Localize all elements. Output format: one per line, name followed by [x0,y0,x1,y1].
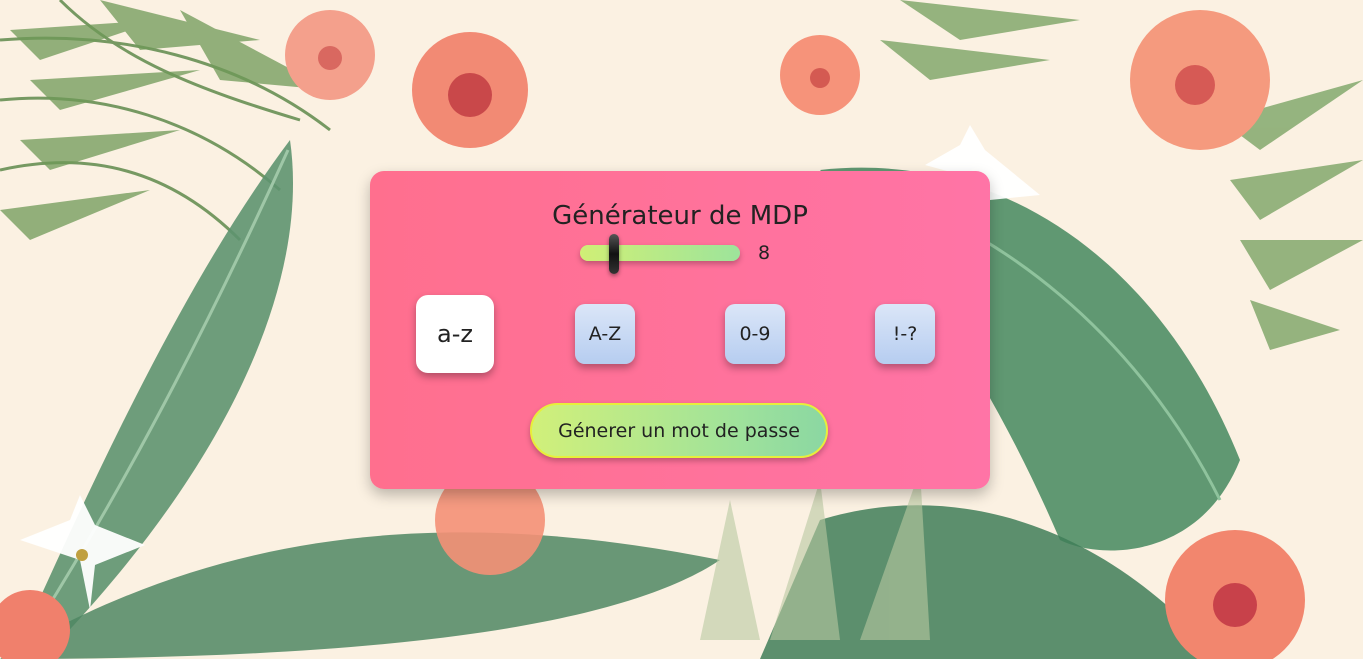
password-generator-card: Générateur de MDP 8 a-z A-Z 0-9 !-? Géne… [370,171,990,489]
length-value: 8 [758,242,771,264]
length-slider-thumb[interactable] [609,234,619,274]
option-uppercase-button[interactable]: A-Z [575,304,635,364]
length-slider-track[interactable] [580,245,740,261]
option-symbols-button[interactable]: !-? [875,304,935,364]
app-title: Générateur de MDP [552,201,808,231]
option-lowercase-button[interactable]: a-z [416,295,494,373]
generate-password-button[interactable]: Génerer un mot de passe [530,403,828,458]
option-digits-button[interactable]: 0-9 [725,304,785,364]
